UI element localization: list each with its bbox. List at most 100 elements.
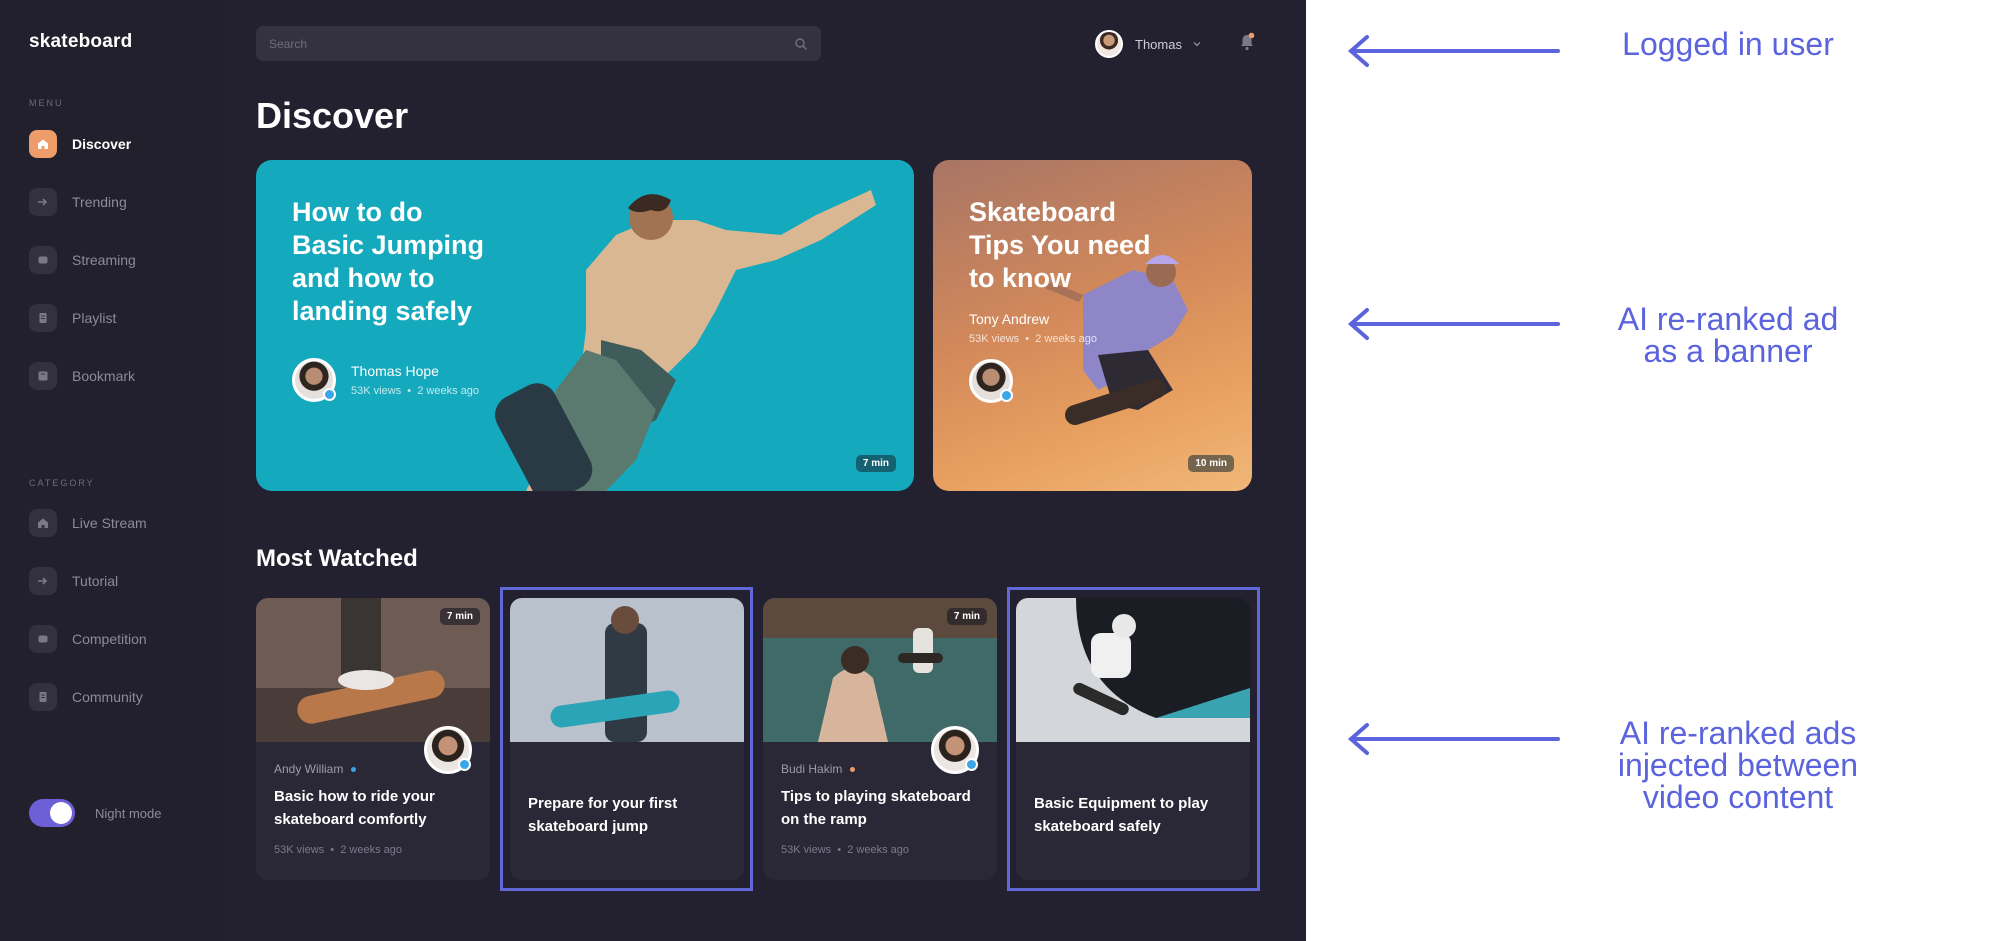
- sidebar-item-trending[interactable]: Trending: [29, 187, 219, 217]
- sidebar-item-label: Live Stream: [72, 515, 147, 531]
- bookmark-icon: [29, 362, 57, 390]
- verified-badge-icon: [323, 388, 336, 401]
- video-card[interactable]: 7 min Budi Hakim Tips to playing skatebo…: [763, 598, 997, 880]
- status-dot: [351, 766, 357, 772]
- sidebar-item-label: Tutorial: [72, 573, 119, 589]
- sidebar-item-label: Playlist: [72, 310, 117, 326]
- sidebar-item-label: Streaming: [72, 252, 136, 268]
- video-thumbnail: [1016, 598, 1250, 742]
- banner-title: How to do Basic Jumping and how to landi…: [292, 197, 485, 326]
- bell-icon[interactable]: [1238, 32, 1256, 52]
- verified-badge-icon: [458, 758, 471, 771]
- verified-badge-icon: [965, 758, 978, 771]
- trending-icon: [29, 188, 57, 216]
- arrow-left-icon: [1347, 308, 1560, 340]
- author-name: Andy William: [274, 762, 344, 776]
- sidebar-item-label: Discover: [72, 136, 132, 152]
- banner-author: Thomas Hope 53K views • 2 weeks ago: [292, 358, 479, 402]
- night-mode-toggle[interactable]: [29, 799, 75, 827]
- views-count: 53K views: [351, 385, 402, 397]
- category-section-label: CATEGORY: [29, 478, 95, 488]
- section-title-most-watched: Most Watched: [256, 545, 418, 572]
- video-meta: 53K views • 2 weeks ago: [351, 385, 479, 397]
- duration-badge: 10 min: [1188, 455, 1234, 472]
- playlist-icon: [29, 304, 57, 332]
- sidebar-item-label: Community: [72, 689, 143, 705]
- search-input[interactable]: [269, 36, 794, 51]
- annotation-banner: AI re-ranked ad as a banner: [1617, 301, 1839, 369]
- sidebar-item-label: Bookmark: [72, 368, 136, 384]
- user-name: Thomas: [1135, 36, 1182, 52]
- sidebar-item-tutorial[interactable]: Tutorial: [29, 566, 219, 596]
- featured-banner-ad[interactable]: Skateboard Tips You need to know Tony An…: [933, 160, 1252, 491]
- status-dot: [850, 766, 856, 772]
- toggle-knob: [50, 802, 72, 824]
- card-author: Andy William: [274, 762, 357, 776]
- upload-age: 2 weeks ago: [417, 385, 479, 397]
- duration-badge: 7 min: [855, 455, 896, 472]
- annotation-user: Logged in user: [1622, 26, 1834, 62]
- streaming-icon: [29, 246, 57, 274]
- sidebar-item-label: Trending: [72, 194, 127, 210]
- search-icon[interactable]: [794, 37, 808, 51]
- sidebar-item-community[interactable]: Community: [29, 682, 219, 712]
- video-meta: 53K views • 2 weeks ago: [781, 844, 909, 856]
- search-bar: [256, 26, 821, 61]
- banner-title: Skateboard Tips You need to know: [969, 197, 1151, 293]
- video-meta: 53K views • 2 weeks ago: [274, 844, 402, 856]
- night-mode-row: Night mode: [29, 799, 161, 827]
- views-count: 53K views: [781, 844, 832, 856]
- views-count: 53K views: [969, 333, 1020, 345]
- sidebar-item-live-stream[interactable]: Live Stream: [29, 508, 219, 538]
- chevron-down-icon: [1193, 42, 1201, 47]
- author-avatar: [969, 359, 1013, 403]
- video-meta: 53K views • 2 weeks ago: [969, 333, 1097, 345]
- sidebar-item-discover[interactable]: Discover: [29, 129, 219, 159]
- video-card[interactable]: 7 min Andy William Basic how to ride you…: [256, 598, 490, 880]
- video-title: Basic how to ride your skateboard comfor…: [274, 788, 435, 828]
- verified-badge-icon: [1000, 389, 1013, 402]
- upload-age: 2 weeks ago: [1035, 333, 1097, 345]
- author-avatar: [931, 726, 979, 774]
- arrow-left-icon: [1347, 723, 1560, 755]
- author-avatar: [292, 358, 336, 402]
- night-mode-label: Night mode: [95, 805, 162, 821]
- video-card-ad[interactable]: Basic Equipment to play skateboard safel…: [1016, 598, 1250, 880]
- page-title: Discover: [256, 95, 409, 136]
- sidebar-item-competition[interactable]: Competition: [29, 624, 219, 654]
- app-logo[interactable]: skateboard: [29, 31, 132, 53]
- home-icon: [29, 509, 57, 537]
- trending-icon: [29, 567, 57, 595]
- video-title: Tips to playing skateboard on the ramp: [781, 788, 971, 828]
- author-name: Thomas Hope: [351, 363, 439, 379]
- author-name: Budi Hakim: [781, 762, 843, 776]
- duration-badge: 7 min: [946, 608, 987, 625]
- playlist-icon: [29, 683, 57, 711]
- author-name: Tony Andrew: [969, 311, 1050, 327]
- upload-age: 2 weeks ago: [340, 844, 402, 856]
- duration-badge: 7 min: [439, 608, 480, 625]
- featured-banner-main[interactable]: How to do Basic Jumping and how to landi…: [256, 160, 914, 491]
- app-window: skateboard MENU Discover Trending Stream…: [0, 0, 1306, 941]
- video-card-ad[interactable]: Prepare for your first skateboard jump: [510, 598, 744, 880]
- home-icon: [29, 130, 57, 158]
- upload-age: 2 weeks ago: [847, 844, 909, 856]
- arrow-left-icon: [1347, 35, 1560, 67]
- sidebar-item-label: Competition: [72, 631, 147, 647]
- sidebar: skateboard MENU Discover Trending Stream…: [0, 0, 230, 941]
- banner-author: Tony Andrew 53K views • 2 weeks ago: [969, 311, 1097, 403]
- video-title: Prepare for your first skateboard jump: [528, 795, 678, 835]
- sidebar-item-playlist[interactable]: Playlist: [29, 303, 219, 333]
- video-thumbnail: [510, 598, 744, 742]
- streaming-icon: [29, 625, 57, 653]
- views-count: 53K views: [274, 844, 325, 856]
- sidebar-item-bookmark[interactable]: Bookmark: [29, 361, 219, 391]
- author-avatar: [424, 726, 472, 774]
- sidebar-item-streaming[interactable]: Streaming: [29, 245, 219, 275]
- menu-section-label: MENU: [29, 98, 64, 108]
- video-title: Basic Equipment to play skateboard safel…: [1034, 795, 1209, 835]
- annotation-injected: AI re-ranked ads injected between video …: [1617, 715, 1859, 815]
- card-author: Budi Hakim: [781, 762, 856, 776]
- avatar: [1095, 30, 1123, 58]
- user-menu[interactable]: Thomas: [1095, 30, 1202, 58]
